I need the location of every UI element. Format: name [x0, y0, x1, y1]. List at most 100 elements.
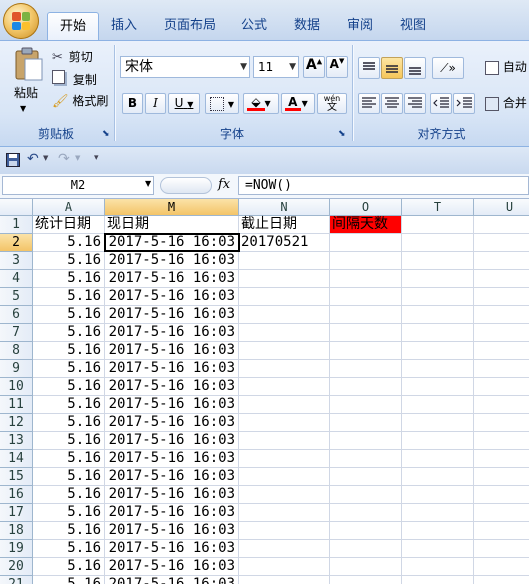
- align-top-button[interactable]: [358, 57, 380, 79]
- tab-formulas[interactable]: 公式: [229, 12, 279, 40]
- tab-view[interactable]: 视图: [388, 12, 438, 40]
- table-cell[interactable]: 2017-5-16 16:03: [105, 360, 239, 378]
- header-cell-deadline[interactable]: 截止日期: [239, 216, 330, 234]
- table-cell[interactable]: [330, 360, 402, 378]
- row-header[interactable]: 9: [0, 360, 33, 378]
- table-cell[interactable]: [330, 576, 402, 584]
- table-cell[interactable]: 2017-5-16 16:03: [105, 504, 239, 522]
- table-cell[interactable]: [239, 288, 330, 306]
- table-cell[interactable]: 2017-5-16 16:03: [105, 486, 239, 504]
- table-cell[interactable]: [330, 252, 402, 270]
- font-launcher-icon[interactable]: ⬊: [338, 129, 346, 139]
- table-cell[interactable]: 5.16: [33, 450, 105, 468]
- table-cell[interactable]: [402, 414, 474, 432]
- table-cell[interactable]: [239, 486, 330, 504]
- worksheet-grid[interactable]: A M N O T U 1 统计日期 现日期 截止日期 间隔天数 2 5.16 2017-5-…: [0, 199, 529, 584]
- phonetic-button[interactable]: wén 文: [317, 93, 347, 114]
- table-cell[interactable]: [474, 288, 529, 306]
- font-color-button[interactable]: A ▼: [281, 93, 315, 114]
- font-name-combo[interactable]: 宋体 ▼: [120, 56, 250, 78]
- table-cell[interactable]: [402, 540, 474, 558]
- table-cell[interactable]: 5.16: [33, 522, 105, 540]
- table-cell[interactable]: [402, 396, 474, 414]
- row-header[interactable]: 7: [0, 324, 33, 342]
- row-header[interactable]: 6: [0, 306, 33, 324]
- table-cell[interactable]: 5.16: [33, 234, 105, 252]
- column-header-u[interactable]: U: [474, 199, 529, 216]
- table-cell[interactable]: [330, 306, 402, 324]
- table-cell[interactable]: [239, 558, 330, 576]
- table-cell[interactable]: [330, 288, 402, 306]
- table-cell[interactable]: 2017-5-16 16:03: [105, 378, 239, 396]
- table-cell[interactable]: 5.16: [33, 540, 105, 558]
- row-header[interactable]: 4: [0, 270, 33, 288]
- align-left-button[interactable]: [358, 93, 380, 114]
- paste-dropdown-icon[interactable]: ▼: [20, 99, 26, 119]
- table-cell[interactable]: 2017-5-16 16:03: [105, 540, 239, 558]
- table-cell[interactable]: [402, 288, 474, 306]
- table-cell[interactable]: [330, 522, 402, 540]
- table-cell[interactable]: [239, 270, 330, 288]
- undo-icon[interactable]: ↶: [27, 151, 39, 167]
- row-header[interactable]: 19: [0, 540, 33, 558]
- table-cell[interactable]: [330, 270, 402, 288]
- table-cell[interactable]: [239, 540, 330, 558]
- table-cell[interactable]: [474, 522, 529, 540]
- formula-input[interactable]: =NOW(): [238, 176, 529, 195]
- table-cell[interactable]: 5.16: [33, 558, 105, 576]
- underline-button[interactable]: U ▼: [168, 93, 200, 114]
- table-cell[interactable]: [402, 234, 474, 252]
- row-header[interactable]: 16: [0, 486, 33, 504]
- table-cell[interactable]: 2017-5-16 16:03: [105, 396, 239, 414]
- italic-button[interactable]: I: [145, 93, 166, 114]
- table-cell[interactable]: [474, 468, 529, 486]
- table-cell[interactable]: [474, 414, 529, 432]
- table-cell[interactable]: [474, 270, 529, 288]
- row-header[interactable]: 18: [0, 522, 33, 540]
- select-all-corner[interactable]: [0, 199, 33, 216]
- cut-button[interactable]: ✂ 剪切: [52, 48, 93, 65]
- decrease-indent-button[interactable]: [430, 93, 452, 114]
- table-cell[interactable]: 2017-5-16 16:03: [105, 468, 239, 486]
- table-cell[interactable]: [474, 504, 529, 522]
- table-cell[interactable]: [330, 342, 402, 360]
- row-header[interactable]: 12: [0, 414, 33, 432]
- table-cell[interactable]: [330, 504, 402, 522]
- formula-bar-expander[interactable]: [160, 177, 212, 194]
- table-cell[interactable]: [474, 306, 529, 324]
- row-header[interactable]: 2: [0, 234, 33, 252]
- orientation-button[interactable]: ⟋»: [432, 57, 464, 79]
- align-bottom-button[interactable]: [404, 57, 426, 79]
- table-cell[interactable]: [239, 576, 330, 584]
- shrink-font-button[interactable]: A▼: [326, 56, 348, 78]
- clipboard-launcher-icon[interactable]: ⬊: [102, 129, 110, 139]
- font-size-combo[interactable]: 11 ▼: [253, 56, 299, 78]
- table-cell[interactable]: 5.16: [33, 576, 105, 584]
- table-cell[interactable]: [474, 432, 529, 450]
- customize-qat-icon[interactable]: ▾: [94, 153, 99, 163]
- table-cell[interactable]: 5.16: [33, 252, 105, 270]
- tab-review[interactable]: 审阅: [335, 12, 385, 40]
- copy-button[interactable]: 复制: [52, 70, 97, 88]
- wrap-text-button[interactable]: 自动: [485, 58, 527, 75]
- table-cell[interactable]: [330, 486, 402, 504]
- table-cell[interactable]: [474, 324, 529, 342]
- table-cell[interactable]: [330, 450, 402, 468]
- table-cell[interactable]: 5.16: [33, 306, 105, 324]
- fill-color-button[interactable]: ⬙ ▼: [243, 93, 279, 114]
- align-middle-button[interactable]: [381, 57, 403, 79]
- name-box[interactable]: M2: [2, 176, 154, 195]
- table-cell[interactable]: [330, 432, 402, 450]
- table-cell[interactable]: 2017-5-16 16:03: [105, 432, 239, 450]
- save-icon[interactable]: [6, 153, 20, 167]
- table-cell[interactable]: 2017-5-16 16:03: [105, 270, 239, 288]
- table-cell[interactable]: 2017-5-16 16:03: [105, 306, 239, 324]
- table-cell[interactable]: [402, 486, 474, 504]
- merge-button[interactable]: 合并: [485, 94, 527, 111]
- table-cell[interactable]: [474, 378, 529, 396]
- table-cell[interactable]: 2017-5-16 16:03: [105, 324, 239, 342]
- table-cell[interactable]: [402, 558, 474, 576]
- column-header-o[interactable]: O: [330, 199, 402, 216]
- table-cell[interactable]: 2017-5-16 16:03: [105, 450, 239, 468]
- table-cell[interactable]: [402, 468, 474, 486]
